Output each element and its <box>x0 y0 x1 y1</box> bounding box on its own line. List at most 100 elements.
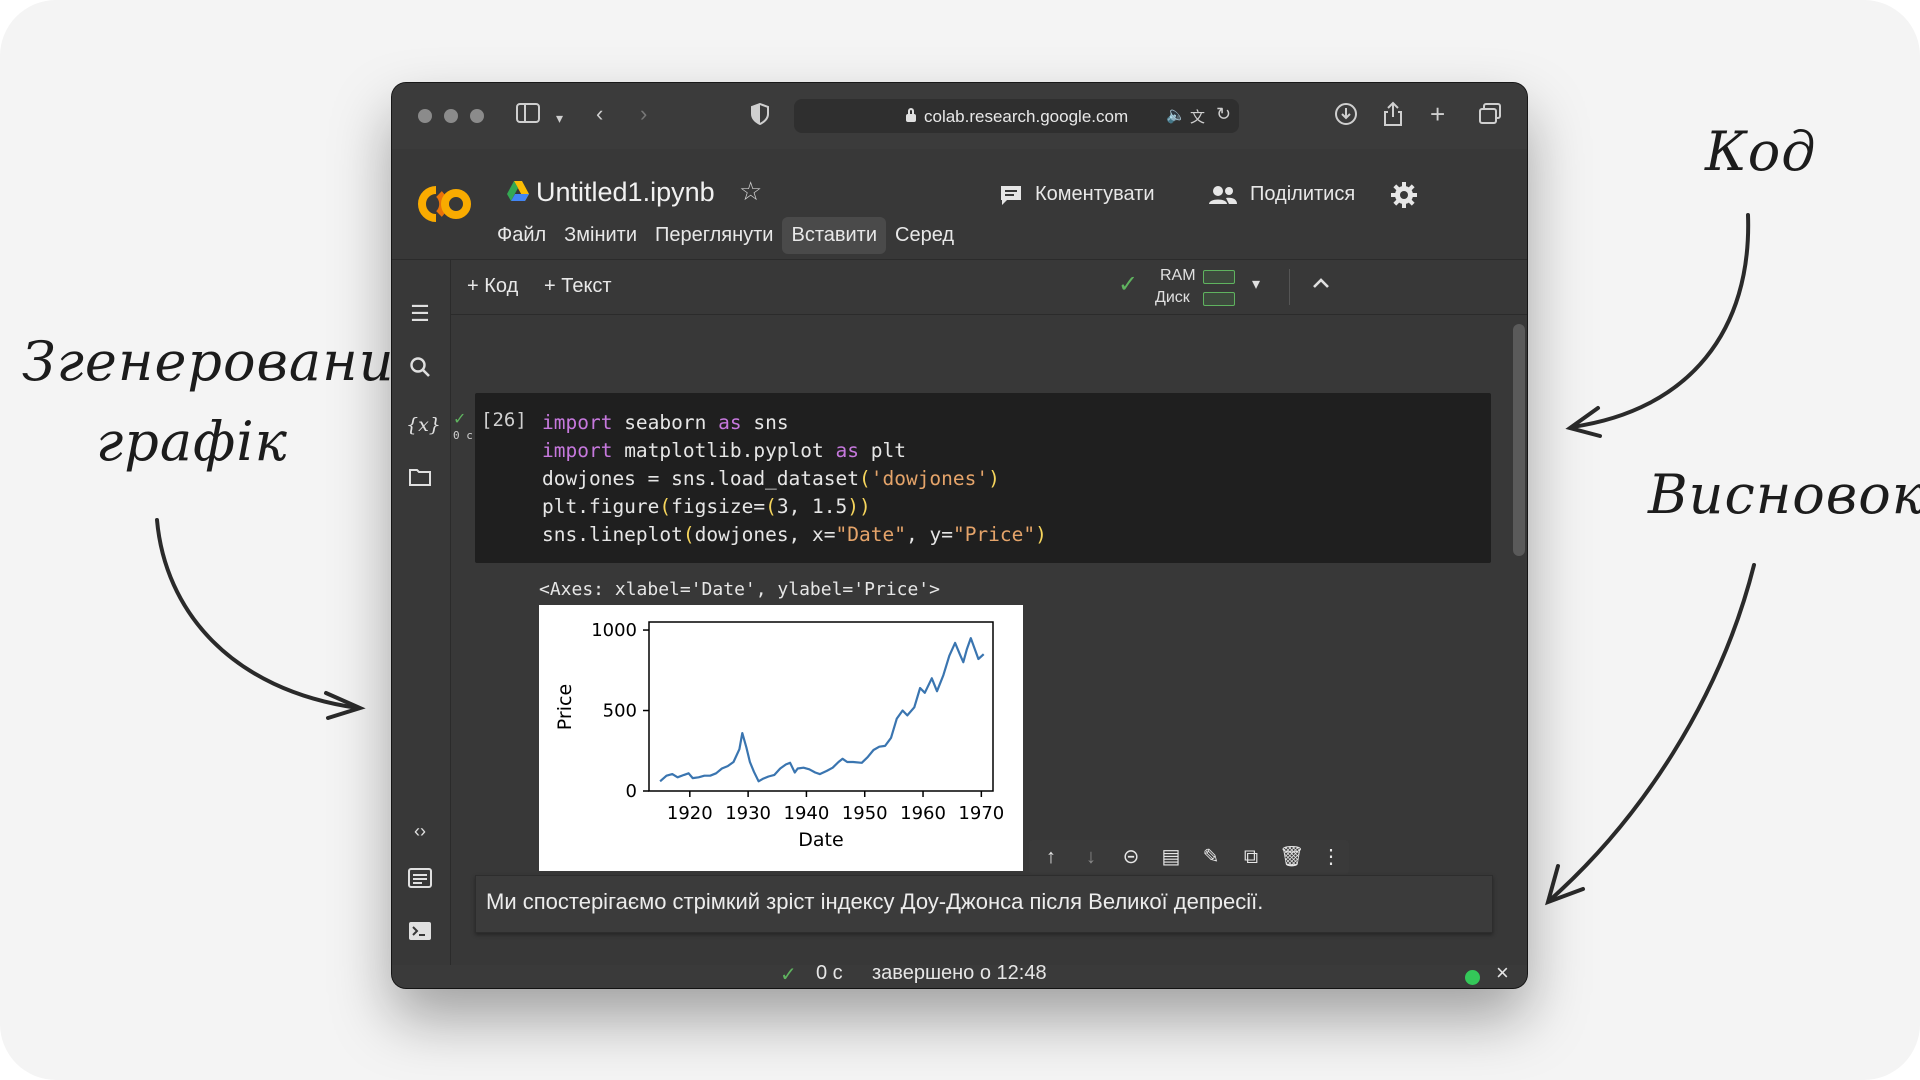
close-window-button[interactable] <box>418 109 432 123</box>
notebook-title[interactable]: Untitled1.ipynb <box>536 177 715 208</box>
move-down-icon[interactable]: ↓ <box>1079 845 1103 869</box>
ram-label: RAM <box>1160 267 1196 284</box>
code-line: import seaborn as sns <box>542 411 789 434</box>
notebook-content: ✓ 0 с [26] import seaborn as sns import … <box>451 315 1527 965</box>
command-palette-icon[interactable] <box>406 867 434 895</box>
add-text-button[interactable]: + Текст <box>544 275 612 298</box>
x-axis-label: Date <box>798 829 843 851</box>
annotation-generated-line1: Згенерований <box>22 330 431 393</box>
speaker-icon[interactable]: 🔈 <box>1166 105 1186 125</box>
cell-output-repr: <Axes: xlabel='Date', ylabel='Price'> <box>539 579 940 600</box>
settings-button[interactable] <box>1390 181 1418 209</box>
browser-window: ▾ ‹ › colab.research.google.com 🔈 文 ↻ + <box>392 83 1527 988</box>
star-icon[interactable]: ☆ <box>739 176 762 207</box>
table-of-contents-icon[interactable]: ☰ <box>406 300 434 328</box>
delete-icon[interactable]: 🗑 <box>1279 845 1304 869</box>
x-tick-label: 1920 <box>667 803 713 824</box>
x-tick-label: 1950 <box>842 803 888 824</box>
annotation-code: Код <box>1705 120 1817 183</box>
more-options-icon[interactable]: ⋮ <box>1319 845 1343 869</box>
code-line: plt.figure(figsize=(3, 1.5)) <box>542 495 871 518</box>
connected-check-icon: ✓ <box>1118 271 1139 298</box>
run-success-icon: ✓ <box>453 411 467 428</box>
status-bar: ✓ 0 с завершено о 12:48 × <box>392 960 1527 988</box>
arrow-to-conclusion <box>1548 563 1756 902</box>
code-cell[interactable]: ✓ 0 с [26] import seaborn as sns import … <box>453 393 1491 563</box>
share-icon[interactable] <box>1382 101 1404 133</box>
status-completed: завершено о 12:48 <box>872 962 1047 984</box>
shield-icon[interactable] <box>750 102 770 131</box>
output-plot: Price Date 0 500 1000 1920 1930 1940 1950 1960… <box>539 605 1023 871</box>
collapse-header-icon[interactable] <box>1311 273 1331 298</box>
menu-view[interactable]: Переглянути <box>646 217 782 254</box>
y-axis-label: Price <box>554 684 576 730</box>
code-line: sns.lineplot(dowjones, x="Date", y="Pric… <box>542 523 1047 546</box>
variables-icon[interactable]: {x} <box>406 411 441 439</box>
comment-label: Коментувати <box>1035 183 1155 205</box>
main-menu: Файл Змінити Переглянути Вставити Серед <box>488 217 992 257</box>
new-tab-icon[interactable]: + <box>1430 101 1445 127</box>
menu-edit[interactable]: Змінити <box>555 217 646 254</box>
search-icon[interactable] <box>406 356 434 384</box>
share-label: Поділитися <box>1250 183 1356 205</box>
code-line: import matplotlib.pyplot as plt <box>542 439 906 462</box>
minimize-window-button[interactable] <box>444 109 458 123</box>
arrow-to-plot <box>155 518 360 710</box>
share-button[interactable]: Поділитися <box>1208 183 1355 206</box>
link-icon[interactable]: ⊝ <box>1119 845 1143 869</box>
disk-usage-bar <box>1203 292 1235 306</box>
arrow-to-code-head <box>1565 406 1602 438</box>
translate-icon[interactable]: 文 <box>1190 106 1205 127</box>
forward-arrow-icon[interactable]: › <box>640 101 647 127</box>
menu-file[interactable]: Файл <box>488 217 555 254</box>
comment-button[interactable]: Коментувати <box>999 183 1155 206</box>
download-icon[interactable] <box>1334 102 1358 132</box>
menu-runtime[interactable]: Серед <box>886 217 963 254</box>
sidebar-toggle-icon[interactable] <box>516 103 540 129</box>
browser-titlebar: ▾ ‹ › colab.research.google.com 🔈 文 ↻ + <box>392 83 1527 150</box>
comment-icon <box>1001 185 1021 205</box>
edit-icon[interactable]: ✎ <box>1199 845 1223 869</box>
back-arrow-icon[interactable]: ‹ <box>596 101 603 127</box>
x-tick-label: 1940 <box>784 803 830 824</box>
move-up-icon[interactable]: ↑ <box>1039 845 1063 869</box>
reload-icon[interactable]: ↻ <box>1216 104 1231 125</box>
annotation-conclusion: Висновок <box>1648 463 1920 526</box>
series-line-price <box>659 637 985 783</box>
cell-exec-time: 0 с <box>453 429 473 442</box>
comment-icon[interactable]: ▤ <box>1159 845 1183 869</box>
arrow-to-plot-head <box>324 691 366 720</box>
maximize-window-button[interactable] <box>470 109 484 123</box>
x-tick-label: 1930 <box>725 803 771 824</box>
content-scrollbar[interactable] <box>1513 324 1525 556</box>
menu-insert[interactable]: Вставити <box>782 217 887 254</box>
runtime-dropdown-icon[interactable]: ▾ <box>1252 274 1260 294</box>
status-check-icon: ✓ <box>780 964 797 986</box>
tab-overview-icon[interactable] <box>1478 103 1502 131</box>
gear-icon <box>1391 182 1417 208</box>
terminal-icon[interactable] <box>406 920 434 948</box>
address-bar[interactable]: colab.research.google.com 🔈 文 ↻ <box>794 99 1239 133</box>
code-line: dowjones = sns.load_dataset('dowjones') <box>542 467 1000 490</box>
y-tick-label: 1000 <box>591 620 637 641</box>
add-code-button[interactable]: + Код <box>467 275 518 298</box>
arrow-to-code <box>1570 213 1751 429</box>
ram-usage-bar <box>1203 270 1235 284</box>
folder-icon[interactable] <box>406 466 434 494</box>
arrow-to-conclusion-head <box>1545 864 1585 906</box>
execution-count: [26] <box>481 409 527 431</box>
text-cell[interactable]: Ми спостерігаємо стрімкий зріст індексу … <box>475 875 1493 933</box>
chevron-down-icon[interactable]: ▾ <box>556 105 563 131</box>
code-editor[interactable]: import seaborn as sns import matplotlib.… <box>542 409 1047 549</box>
status-connected-dot <box>1465 970 1480 985</box>
mirror-cell-icon[interactable]: ⧉ <box>1239 845 1263 869</box>
left-sidebar: ☰ {x} ‹› <box>392 260 451 965</box>
text-cell-content: Ми спостерігаємо стрімкий зріст індексу … <box>486 889 1264 914</box>
people-icon <box>1209 185 1237 204</box>
notebook-toolbar: + Код + Текст ✓ RAM Диск ▾ <box>451 260 1527 315</box>
code-snippets-icon[interactable]: ‹› <box>406 817 434 845</box>
x-tick-label: 1960 <box>900 803 946 824</box>
colab-logo[interactable] <box>412 182 474 226</box>
status-elapsed: 0 с <box>816 962 843 984</box>
close-status-icon[interactable]: × <box>1496 960 1509 986</box>
